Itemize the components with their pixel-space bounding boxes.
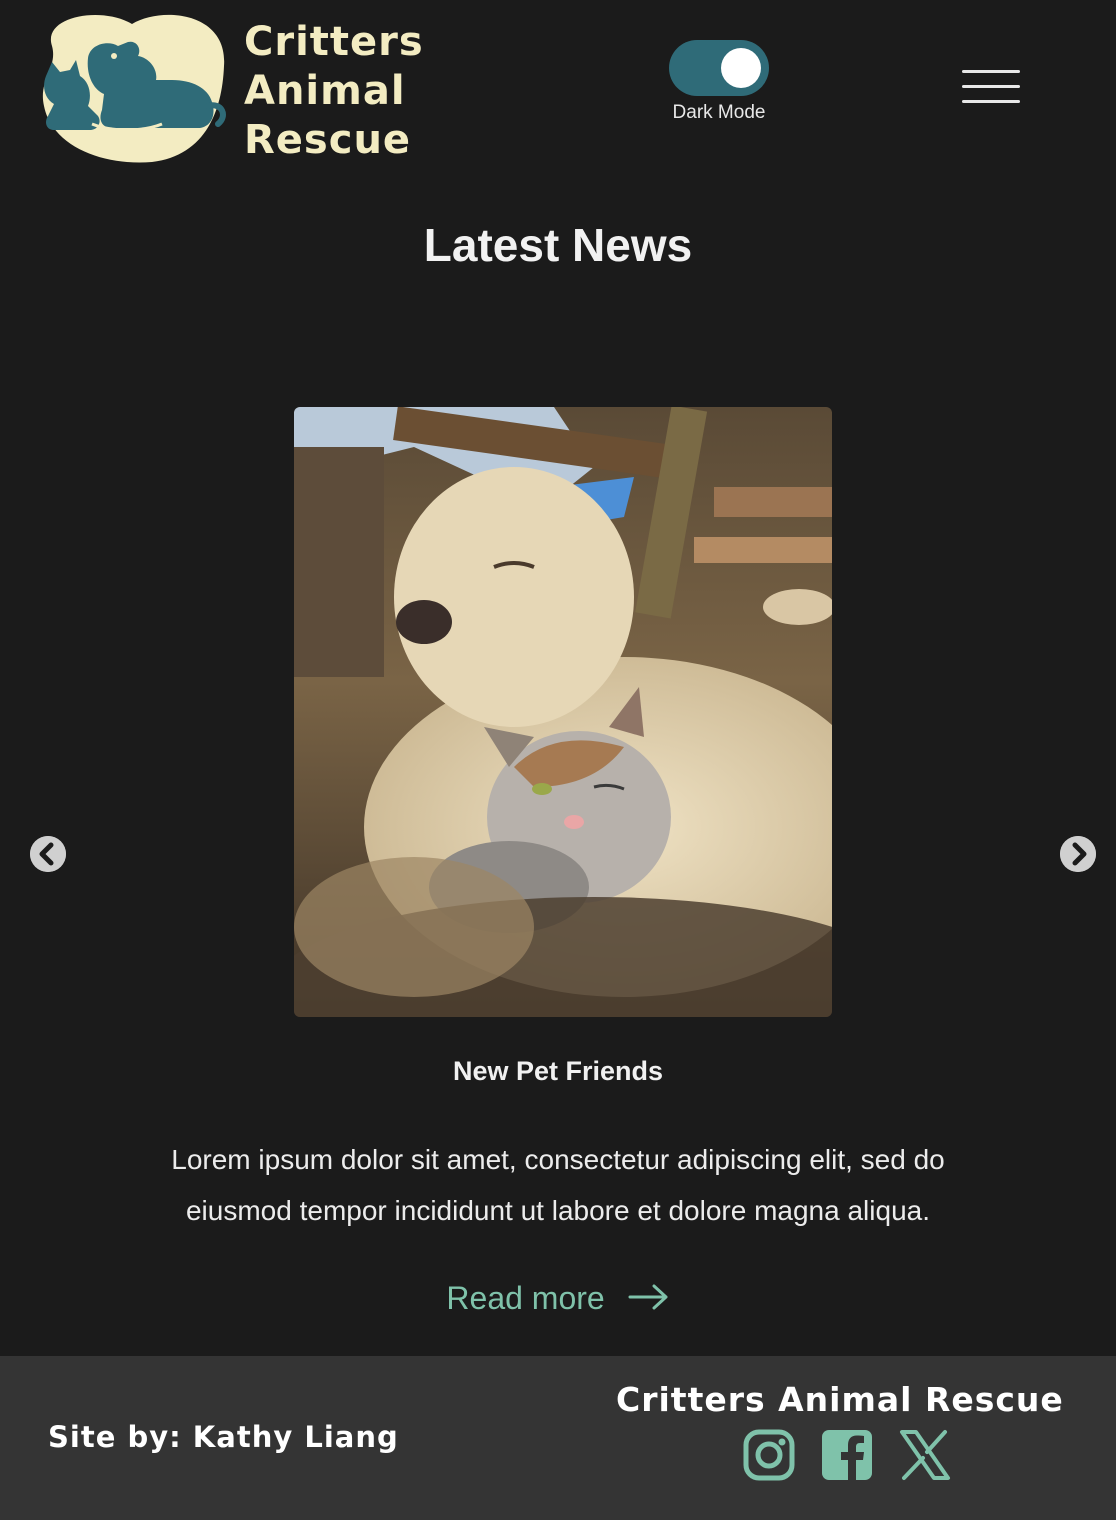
arrow-right-icon — [628, 1282, 670, 1319]
facebook-icon[interactable] — [820, 1428, 874, 1482]
site-credit: Site by: Kathy Liang — [48, 1420, 399, 1454]
dark-mode-toggle[interactable] — [669, 40, 769, 96]
footer-brand: Critters Animal Rescue — [616, 1380, 1064, 1419]
brand-name[interactable]: Critters Animal Rescue — [244, 18, 424, 165]
instagram-icon[interactable] — [742, 1428, 796, 1482]
carousel-prev-button[interactable] — [30, 836, 66, 872]
social-links — [742, 1428, 952, 1482]
menu-bar — [962, 100, 1020, 103]
article-body: Lorem ipsum dolor sit amet, consectetur … — [171, 1144, 945, 1226]
brand-line-3: Rescue — [244, 117, 412, 163]
menu-bar — [962, 85, 1020, 88]
article-photo[interactable] — [294, 407, 832, 1017]
menu-bar — [962, 70, 1020, 73]
chevron-right-icon — [1060, 836, 1096, 872]
dark-mode-label: Dark Mode — [672, 102, 766, 123]
x-icon[interactable] — [898, 1428, 952, 1482]
brand-line-2: Animal — [244, 68, 406, 114]
toggle-knob — [721, 48, 761, 88]
article-title: New Pet Friends — [452, 1056, 664, 1086]
site-header: Critters Animal Rescue Dark Mode — [0, 0, 1116, 180]
site-footer: Site by: Kathy Liang Critters Animal Res… — [0, 1356, 1116, 1520]
chevron-left-icon — [30, 836, 66, 872]
logo-icon[interactable] — [32, 6, 232, 166]
read-more-label: Read more — [446, 1280, 605, 1316]
carousel-next-button[interactable] — [1060, 836, 1096, 872]
brand-line-1: Critters — [244, 19, 424, 65]
dark-mode-control: Dark Mode — [664, 40, 774, 124]
read-more-link[interactable]: Read more — [0, 1280, 1116, 1319]
menu-button[interactable] — [962, 70, 1020, 106]
page-title: Latest News — [423, 219, 693, 271]
